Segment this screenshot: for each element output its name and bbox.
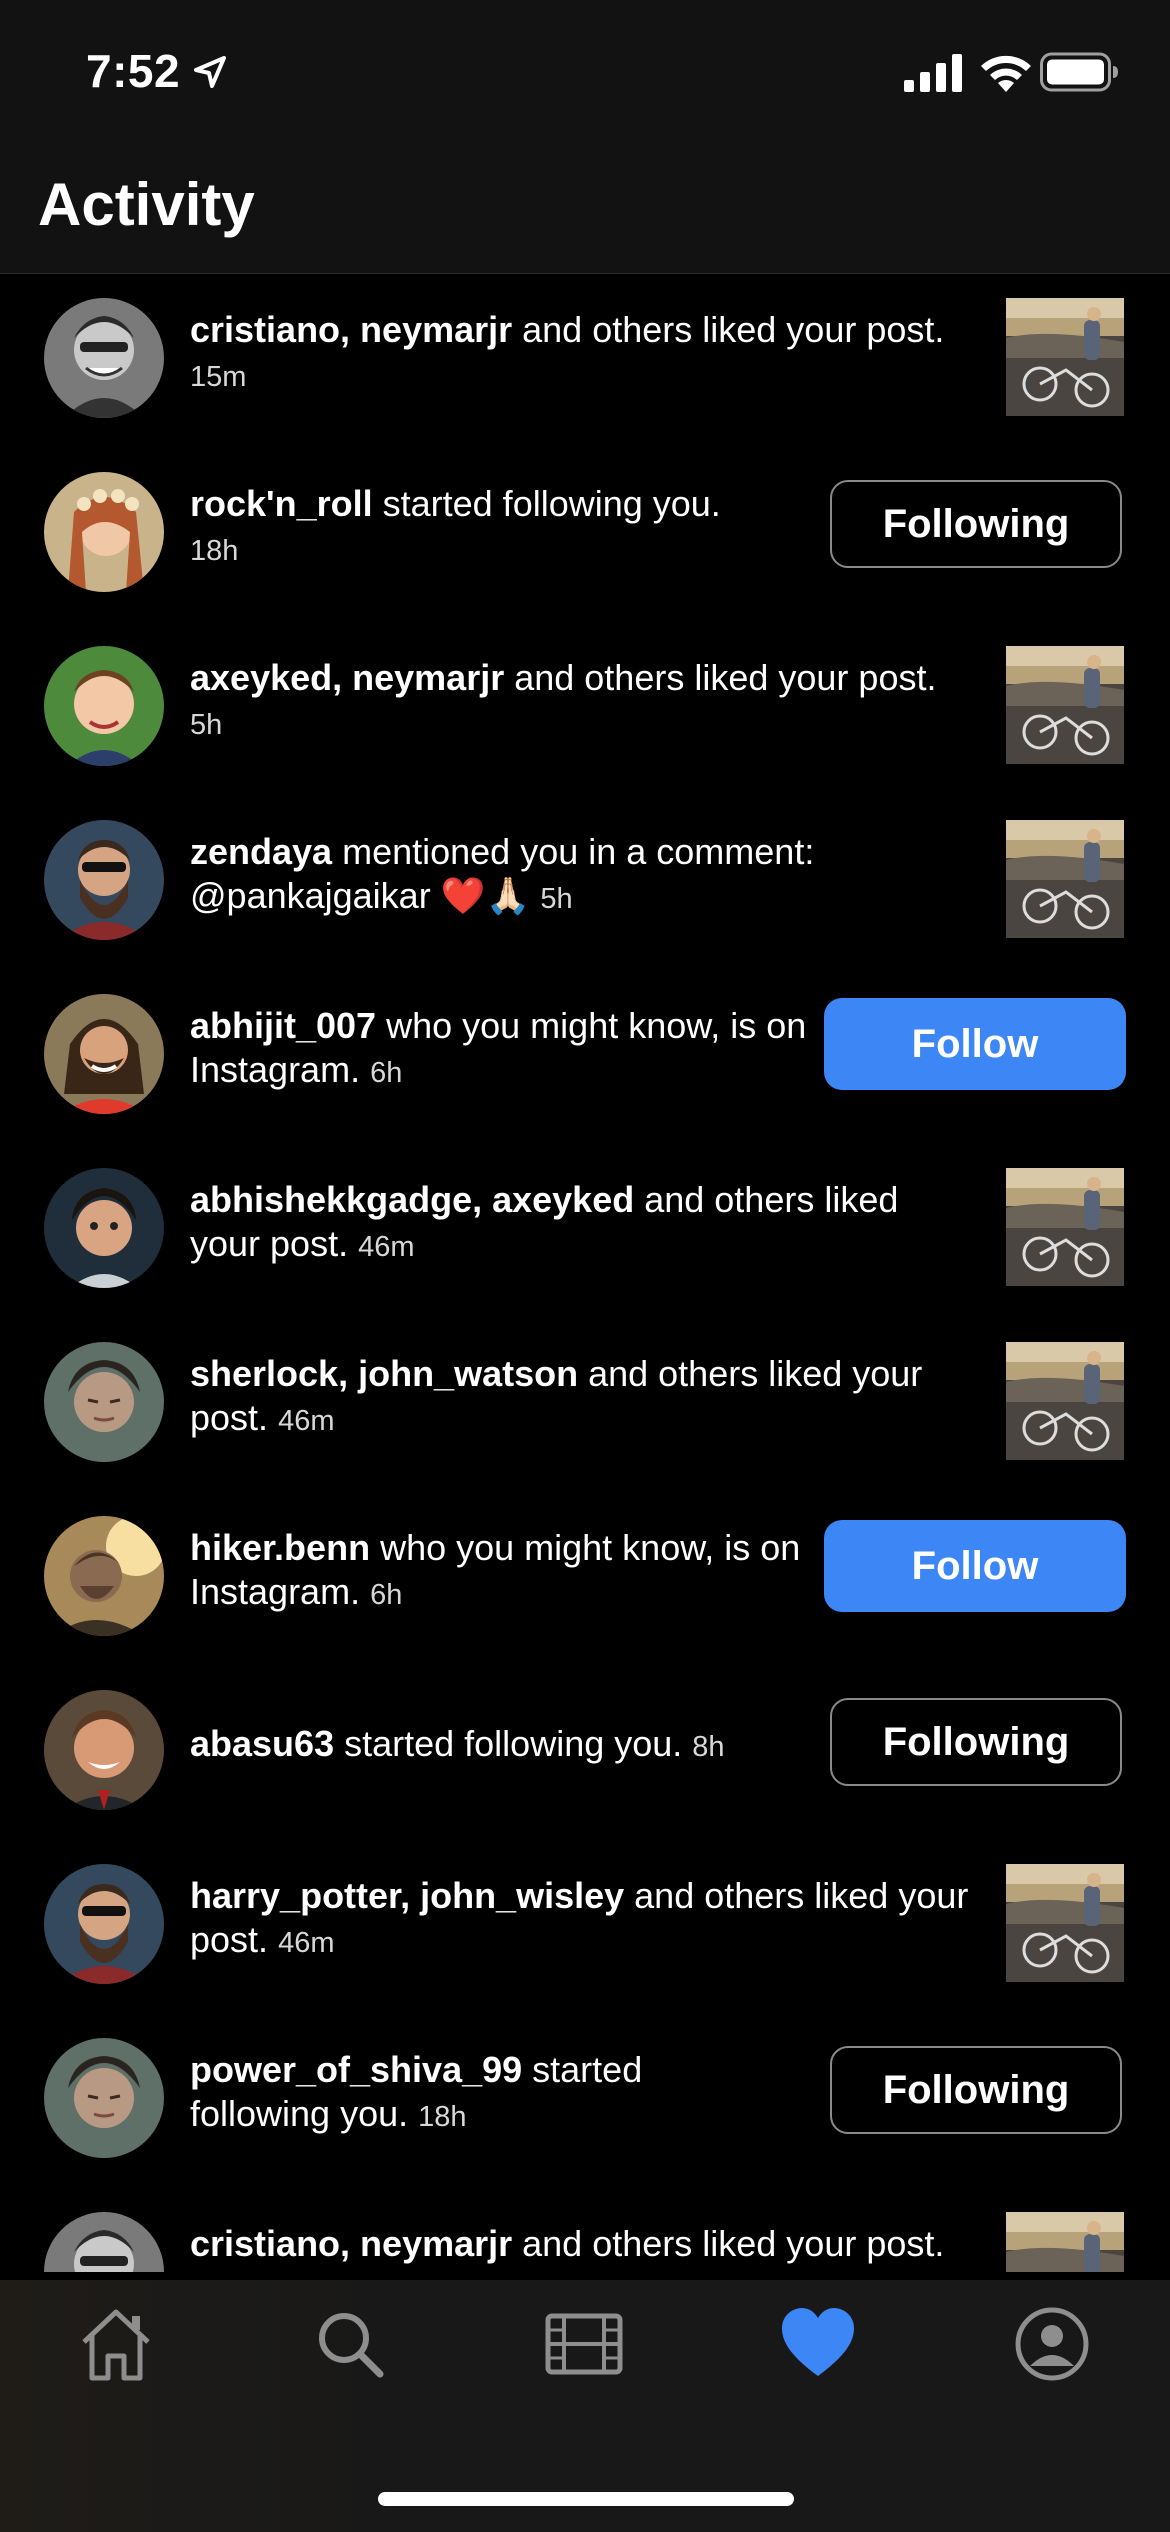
notification-user[interactable]: cristiano, neymarjr <box>190 2223 512 2264</box>
post-thumbnail[interactable] <box>1006 1342 1124 1460</box>
notification-time: 46m <box>278 1927 335 1959</box>
notification-user[interactable]: harry_potter, john_wisley <box>190 1875 624 1916</box>
following-button[interactable]: Following <box>830 480 1122 568</box>
list-item[interactable]: abhijit_007 who you might know, is on In… <box>0 980 1170 1154</box>
notification-text: cristiano, neymarjr and others liked you… <box>190 2222 970 2272</box>
notification-message: and others liked your post. <box>512 309 945 350</box>
notification-user[interactable]: sherlock, john_watson <box>190 1353 578 1394</box>
avatar[interactable] <box>44 646 164 766</box>
post-thumbnail[interactable] <box>1006 1864 1124 1982</box>
list-item[interactable]: axeyked, neymarjr and others liked your … <box>0 632 1170 806</box>
activity-list[interactable]: cristiano, neymarjr and others liked you… <box>0 274 1170 2272</box>
notification-time: 46m <box>278 1405 335 1437</box>
notification-user[interactable]: abhishekkgadge, axeyked <box>190 1179 634 1220</box>
home-icon <box>82 2309 150 2381</box>
following-button[interactable]: Following <box>830 2046 1122 2134</box>
avatar[interactable] <box>44 994 164 1114</box>
notification-time: 18h <box>190 535 239 567</box>
list-item[interactable]: zendaya mentioned you in a comment: @pan… <box>0 806 1170 980</box>
notification-time: 18h <box>418 2101 467 2133</box>
tab-activity[interactable] <box>778 2304 858 2384</box>
notification-time: 46m <box>358 1231 415 1263</box>
notification-time: 5h <box>190 709 223 741</box>
notification-message: and others liked your post. <box>512 2223 945 2264</box>
notification-time: 5h <box>540 883 573 915</box>
tab-reels[interactable] <box>544 2304 624 2384</box>
notification-message: started following you. <box>334 1723 683 1764</box>
notification-text: power_of_shiva_99 started following you.… <box>190 2048 710 2139</box>
post-thumbnail[interactable] <box>1006 2212 1124 2272</box>
notification-text: hiker.benn who you might know, is on Ins… <box>190 1526 820 1617</box>
avatar[interactable] <box>44 1342 164 1462</box>
avatar[interactable] <box>44 1516 164 1636</box>
notification-text: cristiano, neymarjr and others liked you… <box>190 308 970 399</box>
notification-user[interactable]: abhijit_007 <box>190 1005 376 1046</box>
page-title: Activity <box>38 171 255 238</box>
post-thumbnail[interactable] <box>1006 646 1124 764</box>
list-item[interactable]: sherlock, john_watson and others liked y… <box>0 1328 1170 1502</box>
wifi-icon <box>981 55 1031 92</box>
notification-user[interactable]: hiker.benn <box>190 1527 370 1568</box>
notification-text: zendaya mentioned you in a comment: @pan… <box>190 830 970 921</box>
battery-icon <box>1040 52 1118 92</box>
notification-user[interactable]: abasu63 <box>190 1723 334 1764</box>
notification-text: abhijit_007 who you might know, is on In… <box>190 1004 820 1095</box>
notification-text: axeyked, neymarjr and others liked your … <box>190 656 970 747</box>
notification-text: harry_potter, john_wisley and others lik… <box>190 1874 970 1965</box>
tab-profile[interactable] <box>1012 2304 1092 2384</box>
list-item[interactable]: abasu63 started following you. 8h Follow… <box>0 1676 1170 1850</box>
list-item[interactable]: power_of_shiva_99 started following you.… <box>0 2024 1170 2198</box>
list-item[interactable]: rock'n_roll started following you. 18h F… <box>0 458 1170 632</box>
avatar[interactable] <box>44 298 164 418</box>
post-thumbnail[interactable] <box>1006 820 1124 938</box>
avatar[interactable] <box>44 1864 164 1984</box>
avatar[interactable] <box>44 1690 164 1810</box>
header: Activity <box>0 140 1170 274</box>
following-button[interactable]: Following <box>830 1698 1122 1786</box>
list-item[interactable]: cristiano, neymarjr and others liked you… <box>0 2198 1170 2272</box>
notification-time: 6h <box>370 1057 403 1089</box>
notification-text: sherlock, john_watson and others liked y… <box>190 1352 970 1443</box>
follow-button[interactable]: Follow <box>824 1520 1126 1612</box>
status-bar: 7:52 <box>0 0 1170 140</box>
follow-button[interactable]: Follow <box>824 998 1126 1090</box>
reels-icon <box>545 2313 623 2375</box>
avatar[interactable] <box>44 472 164 592</box>
notification-user[interactable]: axeyked, neymarjr <box>190 657 504 698</box>
notification-user[interactable]: cristiano, neymarjr <box>190 309 512 350</box>
profile-icon <box>1015 2307 1089 2381</box>
search-icon <box>319 2313 384 2378</box>
notification-time: 8h <box>692 1731 725 1763</box>
location-arrow-icon <box>194 56 226 88</box>
notification-text: rock'n_roll started following you. 18h <box>190 482 820 573</box>
notification-message: started following you. <box>372 483 721 524</box>
list-item[interactable]: cristiano, neymarjr and others liked you… <box>0 284 1170 458</box>
tab-search[interactable] <box>310 2304 390 2384</box>
notification-user[interactable]: power_of_shiva_99 <box>190 2049 522 2090</box>
avatar[interactable] <box>44 820 164 940</box>
notification-user[interactable]: zendaya <box>190 831 332 872</box>
status-time: 7:52 <box>86 45 181 97</box>
avatar[interactable] <box>44 2212 164 2272</box>
tab-home[interactable] <box>76 2304 156 2384</box>
list-item[interactable]: hiker.benn who you might know, is on Ins… <box>0 1502 1170 1676</box>
notification-text: abasu63 started following you. 8h <box>190 1722 820 1769</box>
home-indicator[interactable] <box>378 2492 794 2506</box>
list-item[interactable]: abhishekkgadge, axeyked and others liked… <box>0 1154 1170 1328</box>
avatar[interactable] <box>44 1168 164 1288</box>
notification-time: 15m <box>190 361 247 393</box>
notification-text: abhishekkgadge, axeyked and others liked… <box>190 1178 970 1269</box>
notification-time: 6h <box>370 1579 403 1611</box>
post-thumbnail[interactable] <box>1006 1168 1124 1286</box>
signal-icon <box>904 54 962 92</box>
notification-message: and others liked your post. <box>504 657 937 698</box>
post-thumbnail[interactable] <box>1006 298 1124 416</box>
avatar[interactable] <box>44 2038 164 2158</box>
notification-user[interactable]: rock'n_roll <box>190 483 373 524</box>
list-item[interactable]: harry_potter, john_wisley and others lik… <box>0 1850 1170 2024</box>
heart-icon <box>782 2308 854 2376</box>
